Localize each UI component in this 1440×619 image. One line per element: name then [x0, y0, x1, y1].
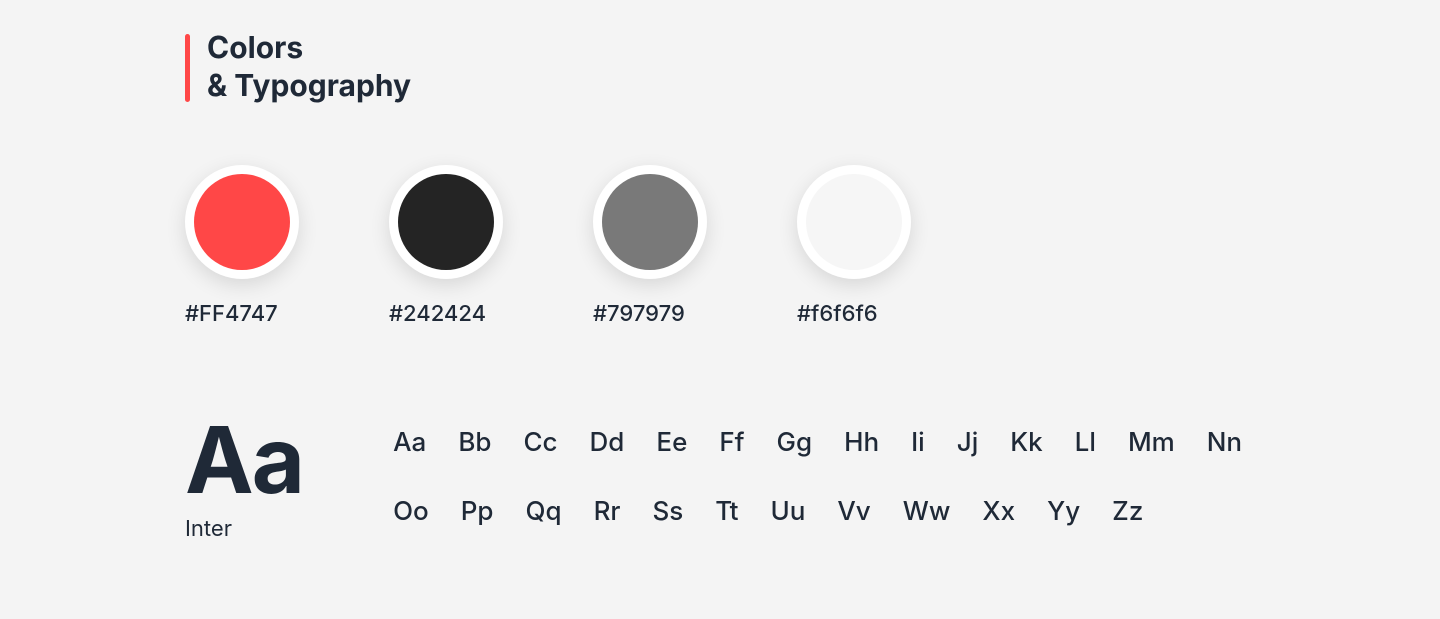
glyph: Ss [652, 496, 683, 527]
glyph: Rr [594, 496, 621, 527]
glyph: Ww [903, 496, 951, 527]
typography-section: Aa Inter Aa Bb Cc Dd Ee Ff Gg Hh Ii Jj Kk Ll Mm Nn Oo… [185, 417, 1440, 542]
glyph: Bb [458, 427, 491, 458]
color-swatch: #797979 [593, 165, 707, 327]
glyph: Ll [1075, 427, 1096, 458]
type-sample-glyph: Aa [185, 417, 303, 504]
swatch-fill [194, 174, 290, 270]
glyph: Ii [911, 427, 925, 458]
glyph: Uu [770, 496, 805, 527]
swatch-hex-label: #797979 [593, 301, 685, 327]
glyph: Mm [1128, 427, 1175, 458]
glyph: Tt [715, 496, 738, 527]
glyph: Ff [719, 427, 744, 458]
color-swatch: #f6f6f6 [797, 165, 911, 327]
type-sample: Aa Inter [185, 417, 303, 542]
glyph: Yy [1047, 496, 1080, 527]
glyph: Nn [1207, 427, 1242, 458]
heading-line-2: & Typography [207, 68, 1440, 106]
glyph: Aa [393, 427, 426, 458]
swatch-fill [806, 174, 902, 270]
swatch-ring [593, 165, 707, 279]
glyph-row-2: Oo Pp Qq Rr Ss Tt Uu Vv Ww Xx Yy Zz [393, 496, 1242, 527]
glyph: Oo [393, 496, 429, 527]
swatch-ring [389, 165, 503, 279]
color-swatch: #FF4747 [185, 165, 299, 327]
glyph: Ee [656, 427, 687, 458]
glyph: Xx [982, 496, 1015, 527]
swatch-fill [602, 174, 698, 270]
swatch-hex-label: #f6f6f6 [797, 301, 878, 327]
glyph: Gg [777, 427, 813, 458]
glyph-grid: Aa Bb Cc Dd Ee Ff Gg Hh Ii Jj Kk Ll Mm Nn Oo Pp Qq Rr Ss T… [393, 417, 1242, 527]
glyph: Kk [1010, 427, 1042, 458]
font-name-label: Inter [185, 516, 303, 542]
swatch-ring [185, 165, 299, 279]
glyph: Zz [1112, 496, 1143, 527]
glyph: Pp [461, 496, 494, 527]
glyph: Jj [957, 427, 979, 458]
glyph: Hh [844, 427, 879, 458]
swatch-hex-label: #242424 [389, 301, 486, 327]
heading-line-1: Colors [207, 30, 1440, 68]
swatch-hex-label: #FF4747 [185, 301, 278, 327]
glyph-row-1: Aa Bb Cc Dd Ee Ff Gg Hh Ii Jj Kk Ll Mm Nn [393, 427, 1242, 458]
glyph: Dd [590, 427, 625, 458]
heading-accent-bar [185, 34, 190, 102]
glyph: Vv [837, 496, 870, 527]
section-heading: Colors & Typography [185, 30, 1440, 105]
swatch-fill [398, 174, 494, 270]
color-swatch: #242424 [389, 165, 503, 327]
glyph: Qq [526, 496, 562, 527]
swatch-ring [797, 165, 911, 279]
glyph: Cc [523, 427, 557, 458]
color-swatches: #FF4747 #242424 #797979 #f6f6f6 [185, 165, 1440, 327]
